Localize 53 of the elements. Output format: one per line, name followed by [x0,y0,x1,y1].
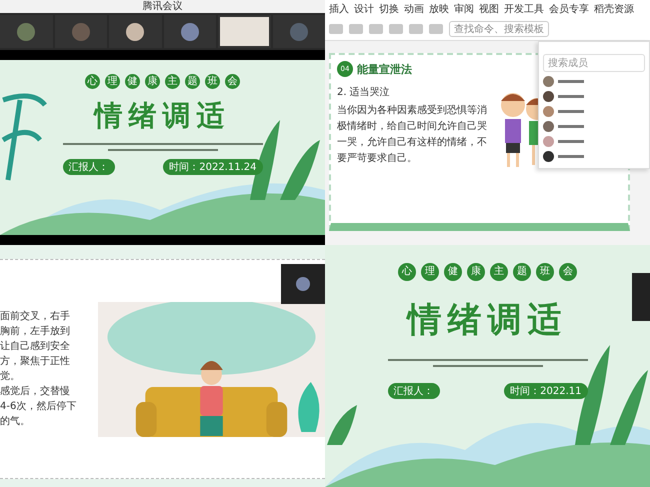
presenter-label: 汇报人： [62,159,114,175]
window-title: 腾讯会议 [0,0,325,13]
video-tile[interactable] [281,264,325,304]
ribbon-tab[interactable]: 审阅 [454,2,474,16]
ribbon-tab[interactable]: 会员专享 [549,2,589,16]
text-line: 面前交叉，右手 [0,310,71,324]
date-label: 时间：2022.11 [504,383,588,399]
participant-tile[interactable] [272,15,325,48]
title-circle: 会 [225,74,240,89]
title-circle: 题 [513,263,531,281]
title-circle: 班 [536,263,554,281]
search-field[interactable]: 查找命令、搜索模板 [449,21,549,37]
subheading: 2. 适当哭泣 [337,86,391,99]
avatar-icon [296,277,310,291]
slide-title: 情绪调适 [408,299,568,342]
title-circle: 健 [444,263,462,281]
presenter-label: 汇报人： [388,383,440,399]
ribbon-tab[interactable]: 放映 [429,2,449,16]
slide-title: 情绪调适 [94,98,230,134]
ribbon-tab[interactable]: 稻壳资源 [594,2,634,16]
title-circle: 健 [125,74,140,89]
participant-tile[interactable] [54,15,107,48]
title-circle: 理 [105,74,120,89]
text-line: 觉。 [0,370,21,384]
ribbon-tab[interactable]: 插入 [329,2,349,16]
participant-tile[interactable] [164,15,216,48]
title-circle: 理 [421,263,439,281]
ribbon-tab[interactable]: 切换 [379,2,399,16]
text-line: 4-6次，然后停下 [0,400,78,414]
participant-tile[interactable] [109,15,162,48]
title-circle: 心 [398,263,416,281]
title-circle: 主 [490,263,508,281]
ribbon-tab[interactable]: 设计 [354,2,374,16]
text-line: 的气。 [0,414,31,428]
section-title: 能量宣泄法 [357,62,412,76]
title-circle: 主 [165,74,180,89]
video-tile[interactable] [632,273,650,321]
participant-tile[interactable] [0,15,52,48]
title-circle: 题 [185,74,200,89]
text-line: 让自己感到安全 [0,340,71,354]
paragraph: 当你因为各种因素感受到恐惧等消极情绪时，给自己时间允许自己哭一哭，允许自己有这样的情绪，不要严苛要求自己。 [337,104,487,166]
text-line: 方，聚焦于正性 [0,354,71,368]
ribbon-tab[interactable]: 动画 [404,2,424,16]
ribbon-tab[interactable]: 视图 [479,2,499,16]
title-circle: 康 [145,74,160,89]
title-circle: 班 [205,74,220,89]
date-label: 时间：2022.11.24 [163,159,262,175]
title-circle: 康 [467,263,485,281]
title-circle: 心 [85,74,100,89]
ribbon-tab[interactable]: 开发工具 [504,2,544,16]
title-circle: 会 [559,263,577,281]
text-line: 感觉后，交替慢 [0,384,71,398]
text-line: 胸前，左手放到 [0,324,71,338]
